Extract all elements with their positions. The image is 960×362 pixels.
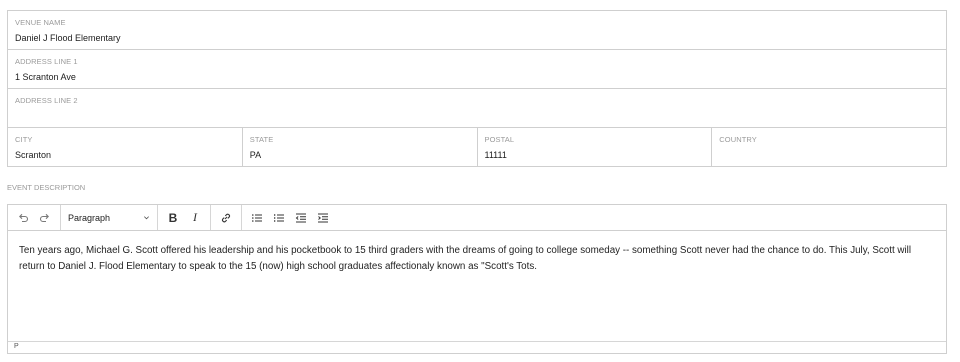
list-group [242,205,338,230]
postal-input[interactable] [484,149,704,161]
undo-icon[interactable] [12,208,34,228]
block-format-select[interactable]: Paragraph [65,213,153,223]
state-label: STATE [249,135,274,144]
description-paragraph: Ten years ago, Michael G. Scott offered … [19,245,912,272]
editor-status-path: P [8,341,946,353]
event-description-label: EVENT DESCRIPTION [7,183,86,192]
text-style-group: B I [158,205,211,230]
history-group [8,205,61,230]
editor-content-area[interactable]: Ten years ago, Michael G. Scott offered … [8,231,946,342]
address-line-1-input[interactable] [15,71,938,83]
postal-label: POSTAL [484,135,515,144]
city-field[interactable]: CITY [8,128,243,167]
country-input[interactable] [719,149,938,161]
numbered-list-icon[interactable] [268,208,290,228]
event-description-editor: Paragraph B I Ten years ago, Michael G. … [7,204,947,354]
italic-button[interactable]: I [184,208,206,228]
link-icon[interactable] [215,208,237,228]
block-format-group: Paragraph [61,205,158,230]
bullet-list-icon[interactable] [246,208,268,228]
bold-button[interactable]: B [162,208,184,228]
venue-address-form: VENUE NAME ADDRESS LINE 1 ADDRESS LINE 2… [7,10,947,167]
city-label: CITY [15,135,33,144]
redo-icon[interactable] [34,208,56,228]
indent-icon[interactable] [312,208,334,228]
chevron-down-icon [143,213,150,223]
outdent-icon[interactable] [290,208,312,228]
address-line-2-input[interactable] [15,110,938,122]
city-input[interactable] [15,149,234,161]
country-field[interactable]: COUNTRY [712,128,946,167]
address-line-1-label: ADDRESS LINE 1 [15,57,78,66]
venue-name-field[interactable]: VENUE NAME [8,11,946,50]
postal-field[interactable]: POSTAL [478,128,713,167]
address-line-1-field[interactable]: ADDRESS LINE 1 [8,50,946,89]
state-field[interactable]: STATE [243,128,478,167]
country-label: COUNTRY [719,135,757,144]
address-line-2-field[interactable]: ADDRESS LINE 2 [8,89,946,128]
venue-name-label: VENUE NAME [15,18,66,27]
state-input[interactable] [249,149,469,161]
venue-name-input[interactable] [15,32,938,44]
address-line-2-label: ADDRESS LINE 2 [15,96,78,105]
link-group [211,205,242,230]
block-format-value: Paragraph [68,212,111,223]
editor-toolbar: Paragraph B I [8,205,946,231]
city-state-postal-country-row: CITY STATE POSTAL COUNTRY [8,128,946,167]
